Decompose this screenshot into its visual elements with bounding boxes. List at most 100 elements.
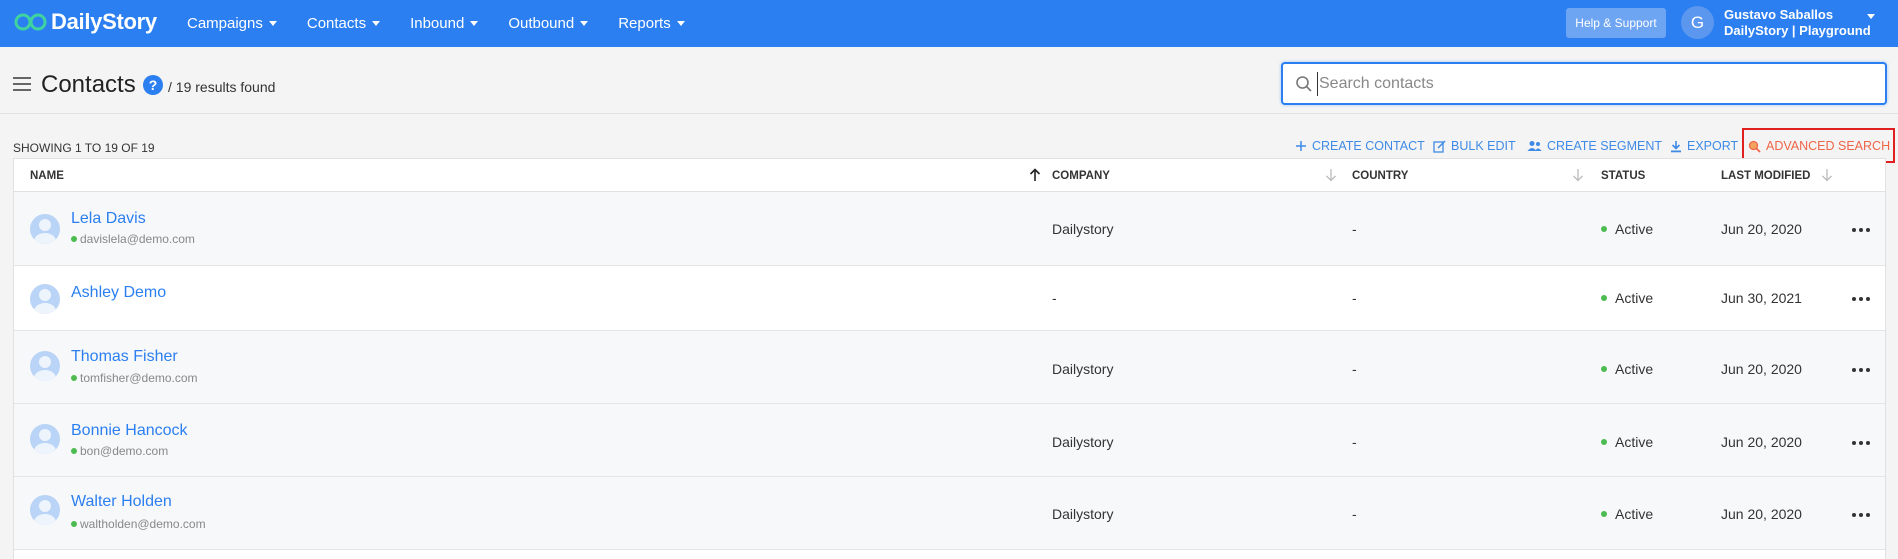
column-status[interactable]: STATUS (1601, 170, 1645, 182)
user-menu-chevron-icon[interactable] (1867, 14, 1875, 19)
status-dot-icon (71, 375, 77, 381)
status-cell: Active (1601, 361, 1653, 377)
contact-email-text: waltholden@demo.com (80, 517, 206, 531)
table-row[interactable]: Walter Holden waltholden@demo.com Dailys… (14, 477, 1885, 550)
page-header: Contacts ? / 19 results found (0, 47, 1898, 114)
user-menu[interactable]: Gustavo Saballos DailyStory | Playground (1724, 7, 1871, 39)
nav-reports[interactable]: Reports (618, 15, 685, 32)
country-cell: - (1352, 361, 1357, 377)
company-cell: - (1052, 290, 1057, 306)
company-cell: Dailystory (1052, 221, 1114, 237)
status-dot-icon (71, 448, 77, 454)
create-segment-label: CREATE SEGMENT (1547, 139, 1663, 153)
more-options-icon[interactable] (1852, 228, 1870, 232)
nav-label: Campaigns (187, 15, 263, 32)
search-input[interactable] (1317, 72, 1877, 96)
more-options-icon[interactable] (1852, 513, 1870, 517)
company-cell: Dailystory (1052, 434, 1114, 450)
country-cell: - (1352, 506, 1357, 522)
search-icon (1296, 76, 1312, 92)
nav-label: Outbound (508, 15, 575, 32)
edit-icon (1433, 139, 1446, 153)
nav-inbound[interactable]: Inbound (410, 15, 479, 32)
main-menu: Campaigns Contacts Inbound Outbound Repo… (187, 0, 715, 47)
create-contact-button[interactable]: CREATE CONTACT (1295, 139, 1425, 153)
dailystory-logo[interactable]: DailyStory (13, 9, 157, 35)
chevron-down-icon (372, 21, 381, 26)
sort-up-icon[interactable] (1029, 168, 1041, 182)
active-dot-icon (1601, 439, 1607, 445)
status-text: Active (1615, 221, 1654, 237)
contact-avatar-icon (30, 424, 60, 454)
chevron-down-icon (676, 21, 685, 26)
last-modified-cell: Jun 20, 2020 (1721, 361, 1802, 377)
help-icon[interactable]: ? (143, 75, 163, 95)
table-row[interactable]: Bonnie Hancock bon@demo.com Dailystory -… (14, 404, 1885, 477)
active-dot-icon (1601, 226, 1607, 232)
nav-campaigns[interactable]: Campaigns (187, 15, 277, 32)
bulk-edit-button[interactable]: BULK EDIT (1433, 139, 1516, 153)
table-row[interactable]: Thomas Fisher tomfisher@demo.com Dailyst… (14, 331, 1885, 404)
contact-email-text: bon@demo.com (80, 444, 169, 458)
table-header: NAME COMPANY COUNTRY STATUS LAST MODIFIE… (14, 158, 1885, 192)
user-avatar[interactable]: G (1681, 6, 1714, 39)
contact-name-link[interactable]: Bonnie Hancock (71, 422, 188, 440)
contact-email: davislela@demo.com (71, 232, 195, 246)
create-contact-label: CREATE CONTACT (1312, 139, 1425, 153)
contacts-table: NAME COMPANY COUNTRY STATUS LAST MODIFIE… (13, 158, 1886, 559)
nav-outbound[interactable]: Outbound (508, 15, 589, 32)
last-modified-cell: Jun 20, 2020 (1721, 434, 1802, 450)
contact-name-link[interactable]: Thomas Fisher (71, 348, 178, 366)
contact-name-link[interactable]: Walter Holden (71, 493, 172, 511)
active-dot-icon (1601, 295, 1607, 301)
table-row[interactable]: Lela Davis davislela@demo.com Dailystory… (14, 192, 1885, 266)
status-cell: Active (1601, 290, 1653, 306)
help-support-button[interactable]: Help & Support (1566, 8, 1666, 38)
search-box[interactable] (1281, 62, 1887, 105)
status-dot-icon (71, 521, 77, 527)
nav-label: Reports (618, 15, 671, 32)
status-text: Active (1615, 290, 1654, 306)
sort-down-icon[interactable] (1325, 168, 1337, 182)
last-modified-cell: Jun 20, 2020 (1721, 221, 1802, 237)
country-cell: - (1352, 290, 1357, 306)
status-text: Active (1615, 361, 1654, 377)
chevron-down-icon (580, 21, 589, 26)
create-segment-button[interactable]: CREATE SEGMENT (1527, 139, 1662, 153)
user-org: DailyStory | Playground (1724, 23, 1871, 38)
column-name[interactable]: NAME (30, 170, 64, 182)
status-cell: Active (1601, 506, 1653, 522)
chevron-down-icon (268, 21, 277, 26)
status-text: Active (1615, 434, 1654, 450)
top-navbar: DailyStory Campaigns Contacts Inbound Ou… (0, 0, 1898, 47)
contact-email: bon@demo.com (71, 444, 168, 458)
sort-down-icon[interactable] (1572, 168, 1584, 182)
plus-icon (1296, 141, 1306, 151)
hamburger-menu-icon[interactable] (13, 77, 31, 91)
status-dot-icon (71, 236, 77, 242)
status-text: Active (1615, 506, 1654, 522)
more-options-icon[interactable] (1852, 297, 1870, 301)
table-row[interactable]: Ashley Demo - - Active Jun 30, 2021 (14, 266, 1885, 331)
more-options-icon[interactable] (1852, 368, 1870, 372)
company-cell: Dailystory (1052, 506, 1114, 522)
contact-name-link[interactable]: Ashley Demo (71, 284, 166, 302)
brand-name: DailyStory (51, 9, 157, 34)
active-dot-icon (1601, 511, 1607, 517)
column-last-modified[interactable]: LAST MODIFIED (1721, 170, 1810, 182)
nav-contacts[interactable]: Contacts (307, 15, 381, 32)
infinity-logo-icon (14, 13, 47, 31)
download-icon (1671, 140, 1681, 152)
column-country[interactable]: COUNTRY (1352, 170, 1408, 182)
results-count: / 19 results found (168, 79, 276, 95)
sort-down-icon[interactable] (1821, 168, 1833, 182)
active-dot-icon (1601, 366, 1607, 372)
contact-name-link[interactable]: Lela Davis (71, 210, 146, 228)
column-company[interactable]: COMPANY (1052, 170, 1110, 182)
contact-avatar-icon (30, 284, 60, 314)
company-cell: Dailystory (1052, 361, 1114, 377)
contact-email-text: davislela@demo.com (80, 232, 195, 246)
status-cell: Active (1601, 434, 1653, 450)
more-options-icon[interactable] (1852, 441, 1870, 445)
export-button[interactable]: EXPORT (1670, 139, 1738, 153)
